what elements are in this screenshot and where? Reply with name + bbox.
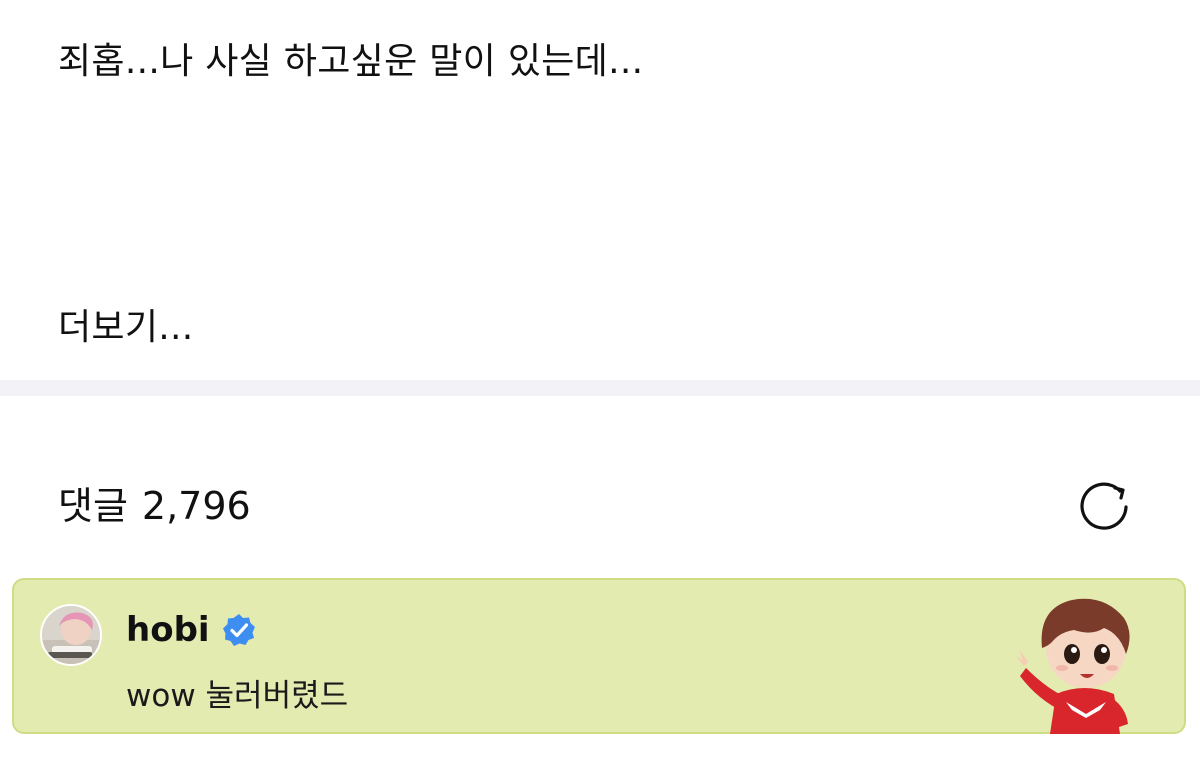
refresh-button[interactable] xyxy=(1076,480,1136,532)
comment-username[interactable]: hobi xyxy=(126,608,210,652)
comments-header: 댓글 2,796 xyxy=(0,396,1200,576)
post-body-text: 죄홉...나 사실 하고싶운 말이 있는데... xyxy=(58,41,644,82)
comment-text: wow 눌러버렸드 xyxy=(126,678,349,714)
comment-author-row: hobi xyxy=(126,608,256,652)
comments-count: 2,796 xyxy=(141,484,251,528)
character-sticker xyxy=(1016,598,1130,734)
refresh-icon xyxy=(1080,482,1128,530)
avatar[interactable] xyxy=(40,604,102,666)
post-content: 죄홉...나 사실 하고싶운 말이 있는데... 더보기... xyxy=(0,0,1200,380)
pinned-comment-card[interactable]: hobi wow 눌러버렸드 xyxy=(12,578,1186,734)
read-more-link[interactable]: 더보기... xyxy=(58,304,194,352)
verified-badge-icon xyxy=(222,614,255,646)
comments-label: 댓글 xyxy=(58,484,128,528)
comments-title: 댓글 2,796 xyxy=(58,482,251,530)
section-divider xyxy=(0,380,1200,396)
